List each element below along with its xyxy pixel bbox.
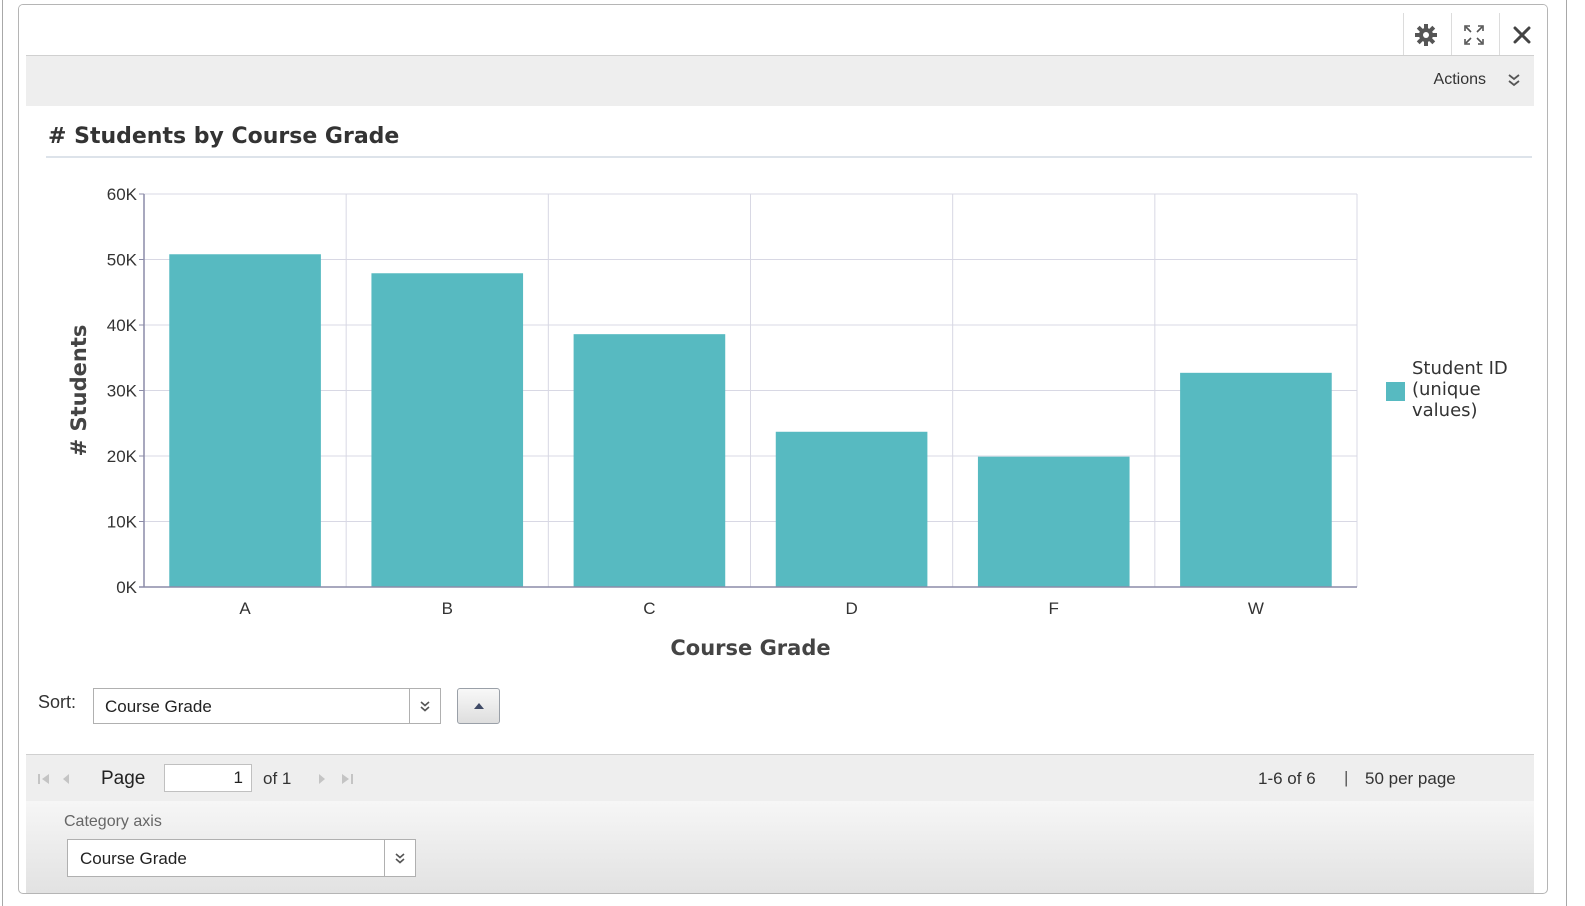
per-page-selector[interactable]: 50 per page xyxy=(1365,769,1456,789)
page-label: Page xyxy=(101,768,146,789)
next-page-icon[interactable] xyxy=(317,772,327,790)
expand-icon[interactable] xyxy=(1451,13,1495,57)
triangle-up-icon xyxy=(473,703,484,709)
y-tick-label: 60K xyxy=(107,185,138,204)
x-tick-label: W xyxy=(1248,599,1264,618)
legend-label: Student ID (unique values) xyxy=(1412,358,1508,421)
y-axis-title: # Students xyxy=(67,325,91,457)
page-count-label: of 1 xyxy=(263,769,292,788)
panel-title-bar xyxy=(19,5,1547,57)
bar xyxy=(573,334,726,587)
x-tick-label: C xyxy=(643,599,655,618)
actions-bar: Actions xyxy=(26,55,1534,107)
last-page-icon[interactable] xyxy=(340,772,354,790)
right-border xyxy=(1566,0,1567,906)
x-tick-label: D xyxy=(845,599,857,618)
bar xyxy=(977,456,1130,587)
category-axis-label: Category axis xyxy=(64,813,162,830)
x-tick-label: F xyxy=(1049,599,1059,618)
previous-page-icon[interactable] xyxy=(61,772,71,790)
pager-separator: | xyxy=(1344,768,1349,787)
y-tick-label: 50K xyxy=(107,251,138,270)
sort-select[interactable]: Course Grade xyxy=(93,688,441,724)
bar xyxy=(169,254,321,587)
chart-content: # Students by Course Grade 0K 10K 20K 30K 40… xyxy=(26,106,1534,754)
bar xyxy=(775,431,928,587)
category-axis-select[interactable]: Course Grade xyxy=(67,839,416,877)
close-icon[interactable] xyxy=(1499,13,1543,57)
sort-label: Sort: xyxy=(38,692,77,712)
actions-button[interactable]: Actions xyxy=(1434,71,1486,89)
first-page-icon[interactable] xyxy=(37,772,51,790)
double-chevron-down-icon[interactable] xyxy=(1508,73,1520,92)
left-border xyxy=(2,0,3,906)
y-tick-label: 0K xyxy=(116,578,137,597)
legend-swatch xyxy=(1386,382,1405,401)
result-range-label: 1-6 of 6 xyxy=(1258,769,1316,788)
gear-icon[interactable] xyxy=(1403,13,1447,57)
bar-chart: 0K 10K 20K 30K 40K 50K 60K A B C D F W Course Grade # … xyxy=(67,185,1358,660)
sort-direction-button[interactable] xyxy=(457,688,500,724)
page-number-input[interactable] xyxy=(164,764,252,792)
bar xyxy=(371,273,524,587)
chevron-down-icon[interactable] xyxy=(384,840,415,876)
chart-panel: Actions # Students by Course Grade 0K 10K… xyxy=(18,4,1548,894)
y-tick-label: 20K xyxy=(107,447,138,466)
y-tick-label: 10K xyxy=(107,513,138,532)
sort-selected-value: Course Grade xyxy=(105,697,212,716)
y-tick-label: 30K xyxy=(107,382,138,401)
chevron-down-icon[interactable] xyxy=(409,689,440,723)
x-tick-label: B xyxy=(442,599,453,618)
x-tick-label: A xyxy=(239,599,251,618)
category-axis-selected-value: Course Grade xyxy=(80,849,187,868)
pagination-bar: Page of 1 1-6 of 6 | 50 per page xyxy=(26,754,1534,802)
y-tick-label: 40K xyxy=(107,316,138,335)
x-axis-title: Course Grade xyxy=(670,636,830,660)
bar xyxy=(1180,372,1332,587)
category-axis-panel: Category axis Course Grade xyxy=(26,801,1534,893)
